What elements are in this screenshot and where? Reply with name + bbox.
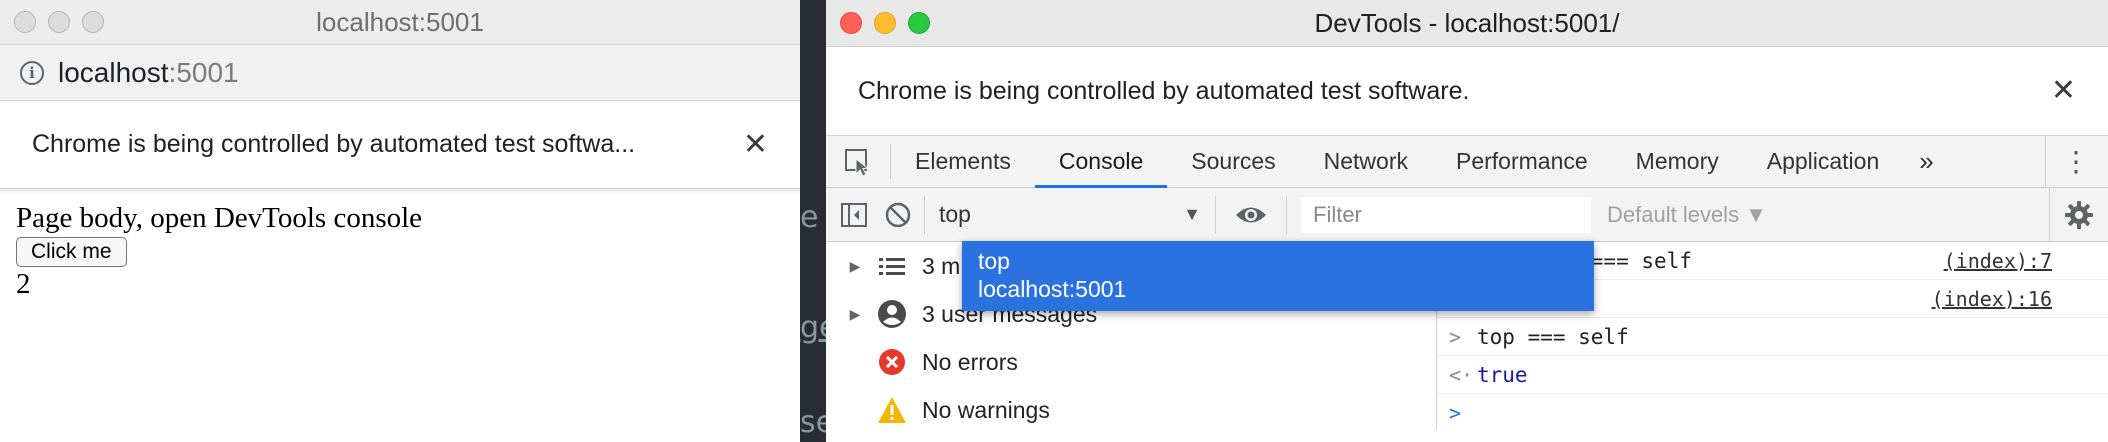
background-editor-strip: e ge se — [800, 0, 826, 442]
input-prompt-icon: > — [1449, 324, 1462, 349]
automation-infobar: Chrome is being controlled by automated … — [0, 101, 800, 189]
info-icon[interactable]: i — [20, 60, 44, 85]
tab-sources[interactable]: Sources — [1167, 136, 1299, 187]
eye-icon — [1236, 207, 1266, 222]
window-controls — [14, 11, 104, 33]
clear-icon — [885, 202, 911, 227]
source-link[interactable]: (index):7 — [1944, 249, 2052, 273]
context-selector[interactable]: top ▼ — [924, 195, 1216, 234]
sidebar-item-label: No warnings — [922, 396, 1050, 423]
expand-arrow-icon[interactable]: ▶ — [840, 306, 870, 323]
context-dropdown-menu: top localhost:5001 — [962, 241, 1594, 311]
infobar-message: Chrome is being controlled by automated … — [858, 76, 1470, 105]
page-body: Page body, open DevTools console Click m… — [0, 189, 800, 301]
console-settings-button[interactable] — [2049, 188, 2094, 241]
sidebar-item-errors[interactable]: No errors — [826, 338, 1436, 386]
list-icon — [870, 255, 914, 277]
background-text-fragment: e — [800, 200, 819, 235]
log-levels-dropdown[interactable]: Default levels ▼ — [1607, 202, 1767, 228]
click-me-button[interactable]: Click me — [16, 237, 127, 267]
inspect-cursor-icon — [845, 148, 870, 177]
expand-arrow-icon[interactable]: ▶ — [840, 258, 870, 275]
console-result-text: true — [1477, 362, 1528, 387]
zoom-window-button[interactable] — [908, 12, 930, 34]
live-expression-button[interactable] — [1216, 195, 1287, 234]
tab-application[interactable]: Application — [1743, 136, 1904, 187]
window-title: localhost:5001 — [316, 7, 484, 37]
tab-memory[interactable]: Memory — [1612, 136, 1743, 187]
context-selector-value: top — [939, 201, 971, 227]
filter-input[interactable] — [1301, 196, 1591, 233]
user-icon — [870, 299, 914, 329]
background-text-fragment: se — [800, 405, 826, 440]
sidebar-item-warnings[interactable]: No warnings — [826, 386, 1436, 434]
console-toolbar: top ▼ Default levels ▼ — [826, 188, 2108, 242]
tab-console[interactable]: Console — [1034, 136, 1168, 188]
zoom-window-button[interactable] — [82, 11, 104, 33]
sidebar-item-label: No errors — [922, 348, 1018, 375]
console-prompt-icon: > — [1449, 400, 1462, 425]
window-title: DevTools - localhost:5001/ — [1314, 8, 1620, 38]
tab-elements[interactable]: Elements — [891, 136, 1035, 187]
sidebar-item-label: 3 m — [922, 252, 961, 279]
click-count: 2 — [16, 268, 31, 300]
devtools-tabbar: Elements Console Sources Network Perform… — [826, 136, 2108, 188]
error-icon — [870, 347, 914, 377]
result-prompt-icon: <· — [1449, 362, 1474, 387]
chevron-down-icon: ▼ — [1183, 204, 1201, 224]
close-icon[interactable]: ✕ — [743, 129, 768, 160]
context-option-top[interactable]: top — [978, 247, 1578, 275]
browser-window: localhost:5001 i localhost:5001 Chrome i… — [0, 0, 800, 442]
devtools-window: DevTools - localhost:5001/ Chrome is bei… — [826, 0, 2108, 442]
url-host: localhost — [58, 56, 169, 88]
more-tabs-button[interactable]: » — [1903, 136, 1949, 187]
automation-infobar: Chrome is being controlled by automated … — [826, 47, 2108, 136]
clear-console-button[interactable] — [876, 201, 920, 229]
console-input-echo: > top === self — [1437, 318, 2108, 356]
browser-titlebar: localhost:5001 — [0, 0, 800, 45]
console-command-text: top === self — [1477, 324, 1629, 349]
gear-icon — [2065, 200, 2093, 229]
address-bar[interactable]: i localhost:5001 — [0, 45, 800, 101]
tab-performance[interactable]: Performance — [1432, 136, 1612, 187]
url-text[interactable]: localhost:5001 — [58, 57, 239, 89]
url-port: :5001 — [168, 56, 239, 88]
source-link[interactable]: (index):16 — [1932, 287, 2052, 311]
minimize-window-button[interactable] — [874, 12, 896, 34]
toggle-sidebar-button[interactable] — [832, 202, 876, 228]
window-controls — [840, 12, 930, 34]
close-window-button[interactable] — [840, 12, 862, 34]
inspect-element-button[interactable] — [826, 144, 891, 179]
page-text: Page body, open DevTools console — [16, 202, 423, 234]
sidebar-toggle-icon — [841, 202, 867, 227]
console-result: <· true — [1437, 356, 2108, 394]
background-text-fragment: ge — [800, 310, 826, 345]
close-window-button[interactable] — [14, 11, 36, 33]
close-icon[interactable]: ✕ — [2051, 76, 2076, 106]
devtools-titlebar: DevTools - localhost:5001/ — [826, 0, 2108, 47]
minimize-window-button[interactable] — [48, 11, 70, 33]
console-prompt[interactable]: > — [1437, 394, 2108, 431]
infobar-message: Chrome is being controlled by automated … — [32, 130, 636, 158]
warning-icon — [870, 395, 914, 425]
tab-network[interactable]: Network — [1300, 136, 1432, 187]
kebab-menu-icon[interactable]: ⋮ — [2045, 136, 2090, 187]
context-option-localhost[interactable]: localhost:5001 — [978, 275, 1578, 303]
